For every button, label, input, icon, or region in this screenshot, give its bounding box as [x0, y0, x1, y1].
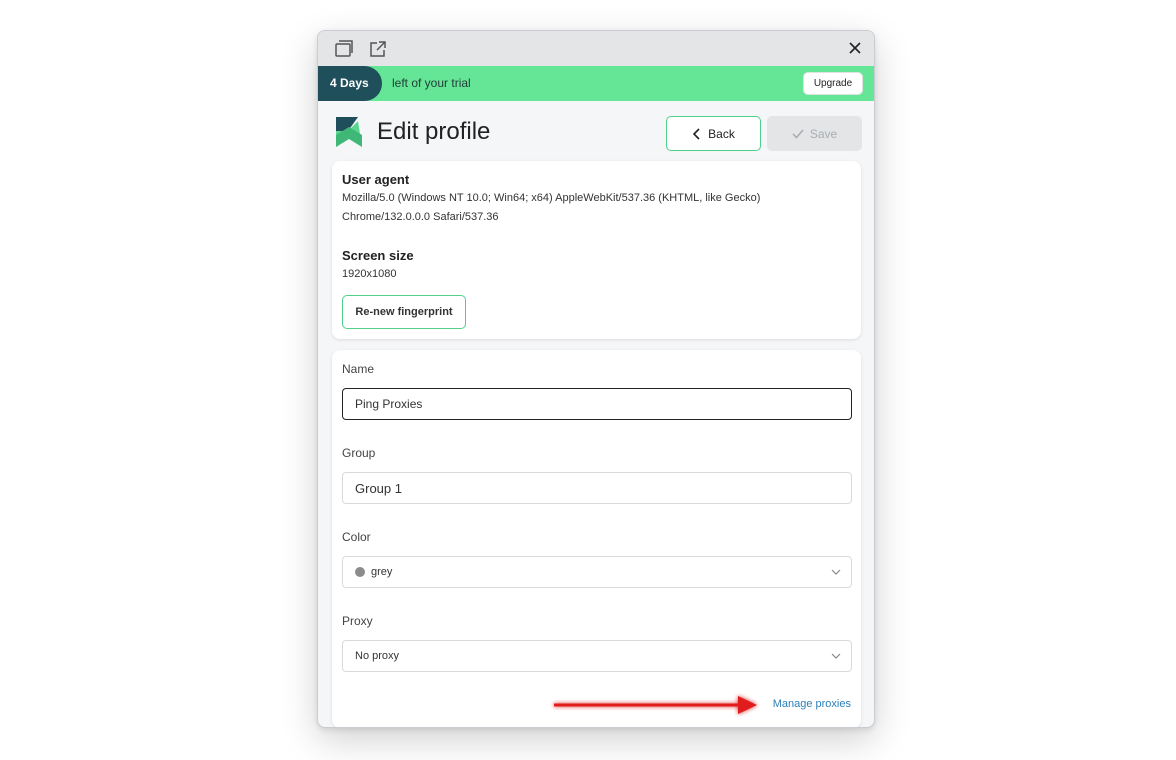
app-logo-icon	[336, 117, 362, 147]
save-button[interactable]: Save	[767, 116, 862, 151]
profile-form-card: Name Group Color grey Proxy No proxy Man…	[332, 350, 861, 727]
screen-size-heading: Screen size	[342, 248, 414, 263]
close-icon[interactable]	[846, 39, 864, 57]
check-icon	[792, 129, 804, 139]
page-title: Edit profile	[377, 118, 491, 145]
user-agent-value: Mozilla/5.0 (Windows NT 10.0; Win64; x64…	[342, 192, 761, 223]
chevron-down-icon	[831, 569, 841, 575]
group-label: Group	[342, 446, 376, 460]
trial-days-badge: 4 Days	[318, 66, 382, 101]
proxy-value: No proxy	[355, 650, 400, 662]
color-label: Color	[342, 530, 371, 544]
manage-proxies-link[interactable]: Manage proxies	[773, 698, 851, 710]
proxy-label: Proxy	[342, 614, 373, 628]
name-input[interactable]	[342, 388, 852, 420]
back-button[interactable]: Back	[666, 116, 761, 151]
annotation-arrow-icon	[554, 696, 757, 714]
chevron-down-icon	[831, 653, 841, 659]
color-value: grey	[371, 566, 393, 578]
chevron-left-icon	[693, 127, 700, 140]
proxy-select[interactable]: No proxy	[342, 640, 852, 672]
title-bar	[318, 31, 874, 66]
user-agent-heading: User agent	[342, 172, 410, 187]
fingerprint-card: User agent Mozilla/5.0 (Windows NT 10.0;…	[332, 161, 861, 339]
window-mode-icon[interactable]	[334, 39, 354, 59]
group-input[interactable]	[342, 472, 852, 504]
upgrade-button[interactable]: Upgrade	[803, 72, 863, 95]
renew-fingerprint-button[interactable]: Re-new fingerprint	[342, 295, 466, 329]
color-swatch	[355, 567, 365, 577]
name-label: Name	[342, 362, 375, 376]
edit-profile-window: 4 Days left of your trial Upgrade Edit p…	[317, 30, 875, 728]
save-label: Save	[809, 126, 838, 141]
trial-banner: 4 Days left of your trial Upgrade	[318, 66, 874, 101]
screen-size-value: 1920x1080	[342, 268, 397, 280]
external-link-icon[interactable]	[368, 39, 388, 59]
trial-text: left of your trial	[392, 76, 471, 90]
back-label: Back	[708, 126, 735, 141]
color-select[interactable]: grey	[342, 556, 852, 588]
